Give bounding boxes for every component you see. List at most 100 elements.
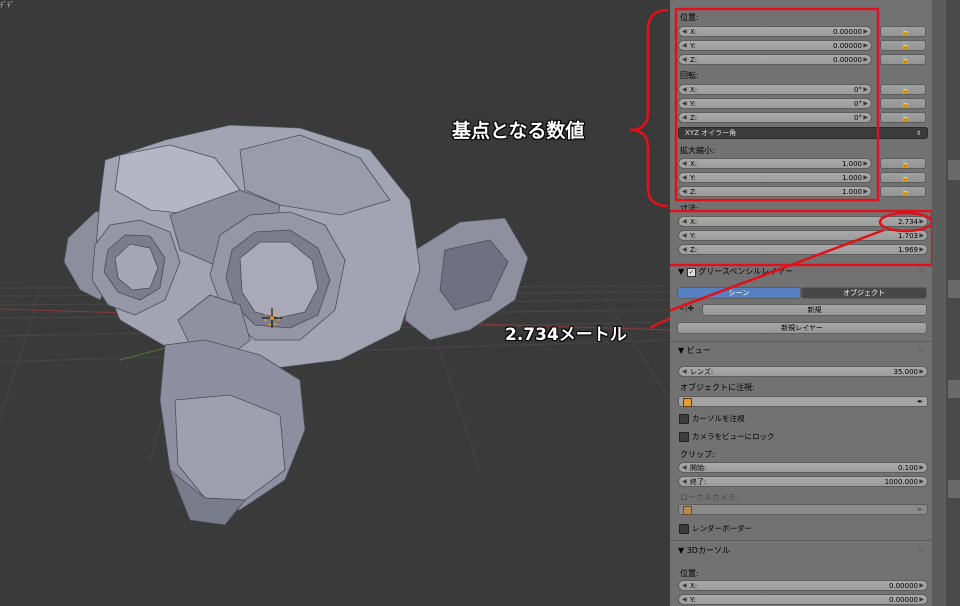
- pencil-tools-icon[interactable]: ✎|✚: [678, 304, 694, 313]
- drag-handle-icon[interactable]: ⁞⁞⁞: [918, 268, 924, 275]
- lock-cursor-checkbox[interactable]: [679, 414, 689, 424]
- annotation-base-values: 基点となる数値: [452, 120, 585, 142]
- axis-label: Z:: [690, 246, 698, 254]
- dimensions-z-field[interactable]: ◀ Z: 1.969 ▶: [678, 244, 928, 255]
- decrement-arrow-icon[interactable]: ◀: [682, 231, 687, 241]
- decrement-arrow-icon[interactable]: ◀: [682, 463, 687, 473]
- lens-field[interactable]: ◀ レンズ: 35.000 ▶: [678, 366, 928, 377]
- tab-object[interactable]: オブジェクト: [801, 287, 927, 299]
- field-value: 0°: [854, 100, 862, 108]
- decrement-arrow-icon[interactable]: ◀: [682, 367, 687, 377]
- dimensions-y-field[interactable]: ◀ Y: 1.703 ▶: [678, 230, 928, 241]
- scale-y-lock[interactable]: 🔓: [880, 172, 926, 183]
- increment-arrow-icon[interactable]: ▶: [863, 41, 868, 51]
- scale-z-lock[interactable]: 🔓: [880, 186, 926, 197]
- scale-y-field[interactable]: ◀ Y: 1.000 ▶: [678, 172, 872, 183]
- drag-handle-icon[interactable]: ⁞⁞⁞: [918, 347, 924, 354]
- render-border-checkbox[interactable]: [679, 524, 689, 534]
- expand-triangle-icon: ▼: [678, 346, 685, 355]
- increment-arrow-icon[interactable]: ▶: [919, 245, 924, 255]
- decrement-arrow-icon[interactable]: ◀: [682, 159, 687, 169]
- cursor-x-field[interactable]: ◀ X: 0.00000 ▶: [678, 580, 928, 591]
- new-button[interactable]: 新規: [702, 304, 927, 316]
- view-panel-header[interactable]: ▼ ビュー: [678, 345, 711, 356]
- lock-camera-checkbox[interactable]: [679, 432, 689, 442]
- axis-label: Y:: [690, 42, 696, 50]
- increment-arrow-icon[interactable]: ▶: [863, 27, 868, 37]
- decrement-arrow-icon[interactable]: ◀: [682, 173, 687, 183]
- scale-x-field[interactable]: ◀ X: 1.000 ▶: [678, 158, 872, 169]
- increment-arrow-icon[interactable]: ▶: [863, 187, 868, 197]
- dimensions-x-field[interactable]: ◀ X: 2.734 ▶: [678, 216, 928, 227]
- field-value: 0.00000: [833, 28, 862, 36]
- increment-arrow-icon[interactable]: ▶: [919, 231, 924, 241]
- decrement-arrow-icon[interactable]: ◀: [682, 217, 687, 227]
- cursor-location-label: 位置:: [680, 569, 699, 578]
- location-x-lock[interactable]: 🔓: [880, 26, 926, 37]
- rotation-y-lock[interactable]: 🔓: [880, 98, 926, 109]
- increment-arrow-icon[interactable]: ▶: [863, 113, 868, 123]
- suzanne-mesh[interactable]: [63, 124, 529, 526]
- increment-arrow-icon[interactable]: ▶: [919, 581, 924, 591]
- grease-pencil-panel-header[interactable]: ▼ ✓ グリースペンシルレイヤー: [678, 266, 793, 277]
- side-tab[interactable]: [948, 380, 960, 398]
- clip-end-field[interactable]: ◀ 終了: 1000.000 ▶: [678, 476, 928, 487]
- lock-cursor-label: カーソルを注視: [692, 414, 745, 423]
- field-value: 0.00000: [889, 582, 918, 590]
- cursor-panel-header[interactable]: ▼ 3Dカーソル: [678, 545, 730, 556]
- increment-arrow-icon[interactable]: ▶: [863, 55, 868, 65]
- side-tab[interactable]: [948, 280, 960, 298]
- 3d-viewport[interactable]: ﾃﾞﾃﾞ: [0, 0, 670, 606]
- increment-arrow-icon[interactable]: ▶: [863, 99, 868, 109]
- increment-arrow-icon[interactable]: ▶: [863, 159, 868, 169]
- increment-arrow-icon[interactable]: ▶: [863, 173, 868, 183]
- field-label: 終了:: [690, 478, 707, 486]
- decrement-arrow-icon[interactable]: ◀: [682, 99, 687, 109]
- lock-object-field[interactable]: ✒: [678, 396, 928, 407]
- scale-z-field[interactable]: ◀ Z: 1.000 ▶: [678, 186, 872, 197]
- increment-arrow-icon[interactable]: ▶: [863, 85, 868, 95]
- panel-scrollbar[interactable]: [932, 0, 946, 606]
- properties-panel: 位置: ◀ X: 0.00000 ▶ 🔓 ◀ Y: 0.00000 ▶ 🔓 ◀ …: [670, 0, 932, 606]
- axis-label: Y:: [690, 232, 696, 240]
- decrement-arrow-icon[interactable]: ◀: [682, 245, 687, 255]
- location-y-field[interactable]: ◀ Y: 0.00000 ▶: [678, 40, 872, 51]
- decrement-arrow-icon[interactable]: ◀: [682, 187, 687, 197]
- decrement-arrow-icon[interactable]: ◀: [682, 41, 687, 51]
- increment-arrow-icon[interactable]: ▶: [919, 217, 924, 227]
- tab-scene[interactable]: シーン: [677, 287, 801, 299]
- rotation-z-lock[interactable]: 🔓: [880, 112, 926, 123]
- eyedropper-icon[interactable]: ✒: [917, 397, 923, 407]
- increment-arrow-icon[interactable]: ▶: [919, 477, 924, 487]
- side-tab[interactable]: [948, 480, 960, 498]
- decrement-arrow-icon[interactable]: ◀: [682, 55, 687, 65]
- decrement-arrow-icon[interactable]: ◀: [682, 595, 687, 605]
- decrement-arrow-icon[interactable]: ◀: [682, 85, 687, 95]
- cursor-y-field[interactable]: ◀ Y: 0.00000 ▶: [678, 594, 928, 605]
- increment-arrow-icon[interactable]: ▶: [919, 595, 924, 605]
- scale-x-lock[interactable]: 🔓: [880, 158, 926, 169]
- drag-handle-icon[interactable]: ⁞⁞⁞: [918, 547, 924, 554]
- decrement-arrow-icon[interactable]: ◀: [682, 27, 687, 37]
- rotation-mode-dropdown[interactable]: XYZ オイラー角 ⇕: [678, 127, 928, 139]
- viewport-corner-text: ﾃﾞﾃﾞ: [0, 1, 14, 9]
- rotation-z-field[interactable]: ◀ Z: 0° ▶: [678, 112, 872, 123]
- section-title: 3Dカーソル: [686, 546, 730, 555]
- decrement-arrow-icon[interactable]: ◀: [682, 581, 687, 591]
- clip-start-field[interactable]: ◀ 開始: 0.100 ▶: [678, 462, 928, 473]
- increment-arrow-icon[interactable]: ▶: [919, 367, 924, 377]
- increment-arrow-icon[interactable]: ▶: [919, 463, 924, 473]
- side-tab[interactable]: [948, 160, 960, 180]
- rotation-y-field[interactable]: ◀ Y: 0° ▶: [678, 98, 872, 109]
- new-layer-button[interactable]: 新規レイヤー: [677, 322, 927, 334]
- location-z-lock[interactable]: 🔓: [880, 54, 926, 65]
- location-z-field[interactable]: ◀ Z: 0.00000 ▶: [678, 54, 872, 65]
- location-y-lock[interactable]: 🔓: [880, 40, 926, 51]
- rotation-x-field[interactable]: ◀ X: 0° ▶: [678, 84, 872, 95]
- location-x-field[interactable]: ◀ X: 0.00000 ▶: [678, 26, 872, 37]
- local-camera-field: ✒: [678, 504, 928, 515]
- decrement-arrow-icon[interactable]: ◀: [682, 113, 687, 123]
- checkbox-checked-icon[interactable]: ✓: [686, 268, 696, 277]
- decrement-arrow-icon[interactable]: ◀: [682, 477, 687, 487]
- rotation-x-lock[interactable]: 🔓: [880, 84, 926, 95]
